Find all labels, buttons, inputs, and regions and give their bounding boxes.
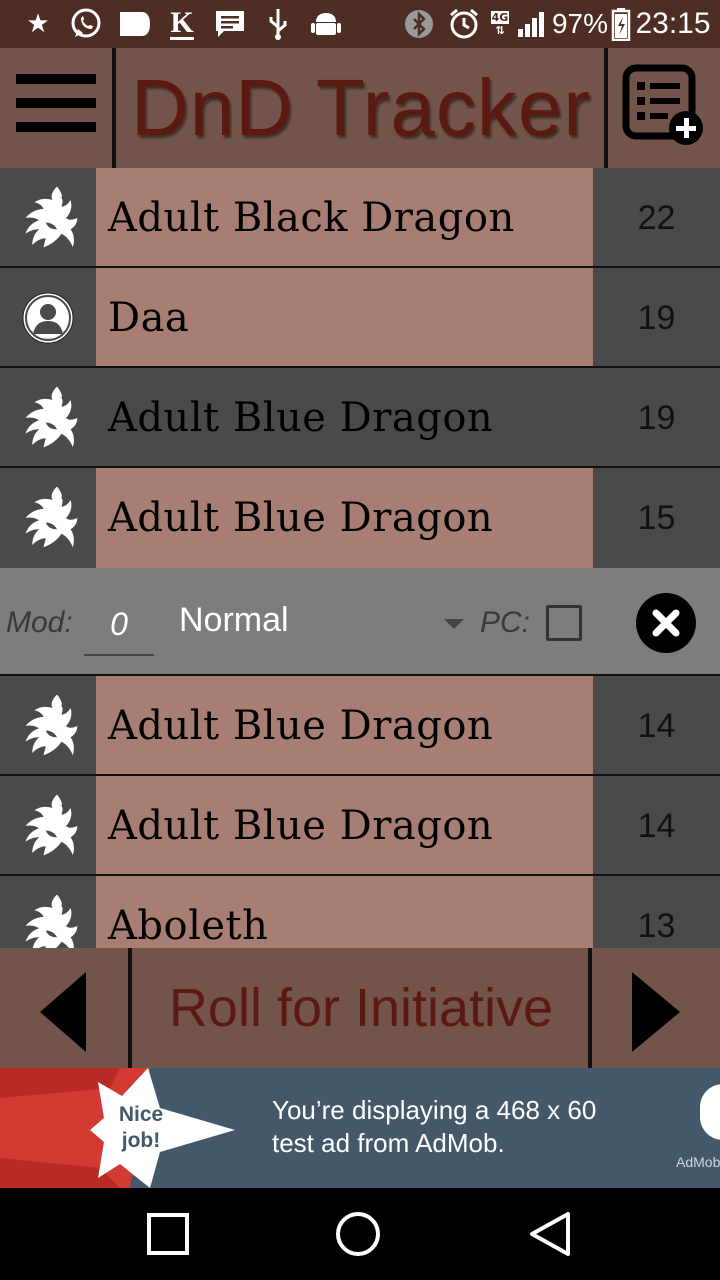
whatsapp-icon <box>68 0 104 48</box>
combatant-row[interactable]: Aboleth 13 <box>0 876 720 948</box>
square-icon <box>147 1213 189 1255</box>
combatant-name-cell: Adult Blue Dragon <box>96 368 593 468</box>
bluetooth-icon <box>402 0 436 48</box>
initiative-value[interactable]: 14 <box>593 676 720 776</box>
roll-mode-value: Normal <box>179 601 289 639</box>
battery-icon <box>608 0 634 48</box>
combatant-row[interactable]: Adult Blue Dragon 14 <box>0 776 720 876</box>
header-divider <box>604 48 608 168</box>
combatant-row-selected[interactable]: Adult Blue Dragon 19 <box>0 368 720 468</box>
initiative-value[interactable]: 19 <box>593 268 720 368</box>
recents-button[interactable] <box>128 1194 208 1274</box>
combatant-name: Adult Black Dragon <box>108 195 515 241</box>
combatant-name-cell: Adult Blue Dragon <box>96 676 593 776</box>
initiative-value[interactable]: 19 <box>593 368 720 468</box>
star-icon: ★ <box>26 9 50 39</box>
initiative-value[interactable]: 14 <box>593 776 720 876</box>
roll-mode-dropdown[interactable]: Normal <box>176 588 476 656</box>
combatant-name: Daa <box>108 295 190 341</box>
dragon-icon <box>0 368 96 468</box>
list-add-icon[interactable] <box>620 64 710 154</box>
dragon-icon <box>0 676 96 776</box>
initiative-value[interactable]: 13 <box>593 876 720 948</box>
roll-for-initiative-button[interactable]: Roll for Initiative <box>132 948 590 1068</box>
k-icon: K <box>170 5 194 40</box>
ad-info-icon[interactable] <box>700 1084 720 1140</box>
combatant-name: Adult Blue Dragon <box>108 395 494 441</box>
dropdown-arrow-icon <box>444 619 464 629</box>
back-button[interactable] <box>510 1194 590 1274</box>
ad-text: You’re displaying a 468 x 60 test ad from… <box>272 1095 597 1158</box>
previous-button[interactable] <box>0 948 128 1068</box>
alarm-icon <box>446 0 482 48</box>
message-icon <box>212 0 248 48</box>
dragon-icon <box>0 468 96 568</box>
combatant-row[interactable]: Adult Blue Dragon 15 <box>0 468 720 568</box>
close-icon <box>652 609 680 637</box>
modifier-bar: Mod: 0 Normal PC: <box>0 568 720 676</box>
usb-icon <box>262 0 294 48</box>
combatant-row[interactable]: Adult Black Dragon 22 <box>0 168 720 268</box>
mod-label: Mod: <box>6 606 73 639</box>
initiative-value[interactable]: 15 <box>593 468 720 568</box>
next-button[interactable] <box>592 948 720 1068</box>
combatant-name-cell: Aboleth <box>96 876 593 948</box>
ad-banner[interactable]: Nice job! You’re displaying a 468 x 60 tes… <box>0 1068 720 1188</box>
signal-icon <box>514 0 550 48</box>
combatant-name-cell: Adult Blue Dragon <box>96 468 593 568</box>
combatant-row[interactable]: Adult Blue Dragon 14 <box>0 676 720 776</box>
bottom-bar: Roll for Initiative <box>0 948 720 1068</box>
header-divider <box>112 48 116 168</box>
home-button[interactable] <box>318 1194 398 1274</box>
ad-badge-text: Nice job! <box>118 1103 164 1152</box>
arrow-right-icon <box>632 972 680 1052</box>
clock: 23:15 <box>635 7 711 40</box>
arrow-left-icon <box>40 972 86 1052</box>
dragon-icon <box>0 876 96 948</box>
back-triangle-icon <box>530 1212 570 1256</box>
combatant-name: Adult Blue Dragon <box>108 495 494 541</box>
battery-percent: 97% <box>551 8 609 39</box>
chat-bubble-icon <box>116 0 152 48</box>
app-title: DnD Tracker <box>131 63 591 152</box>
combatant-name: Adult Blue Dragon <box>108 703 494 749</box>
combatant-row[interactable]: Daa 19 <box>0 268 720 368</box>
navigation-bar <box>0 1188 720 1280</box>
pc-label: PC: <box>480 606 531 639</box>
android-icon <box>308 0 344 48</box>
status-bar: ★ K 4G ⇅ 97% 23:15 <box>0 0 720 48</box>
combatant-name: Aboleth <box>108 903 269 948</box>
mod-input[interactable]: 0 <box>84 602 154 656</box>
app-header: DnD Tracker <box>0 48 720 168</box>
dragon-icon <box>0 168 96 268</box>
combatant-name: Adult Blue Dragon <box>108 803 494 849</box>
combatant-name-cell: Adult Black Dragon <box>96 168 593 268</box>
hamburger-menu-icon[interactable] <box>10 70 100 146</box>
person-icon <box>0 268 96 368</box>
dragon-icon <box>0 776 96 876</box>
pc-checkbox[interactable] <box>546 605 582 641</box>
circle-icon <box>336 1212 380 1256</box>
combatant-name-cell: Adult Blue Dragon <box>96 776 593 876</box>
close-button[interactable] <box>636 593 696 653</box>
combatant-name-cell: Daa <box>96 268 593 368</box>
initiative-value[interactable]: 22 <box>593 168 720 268</box>
ad-brand: AdMob <box>676 1154 720 1170</box>
network-type: 4G ⇅ <box>490 10 510 37</box>
